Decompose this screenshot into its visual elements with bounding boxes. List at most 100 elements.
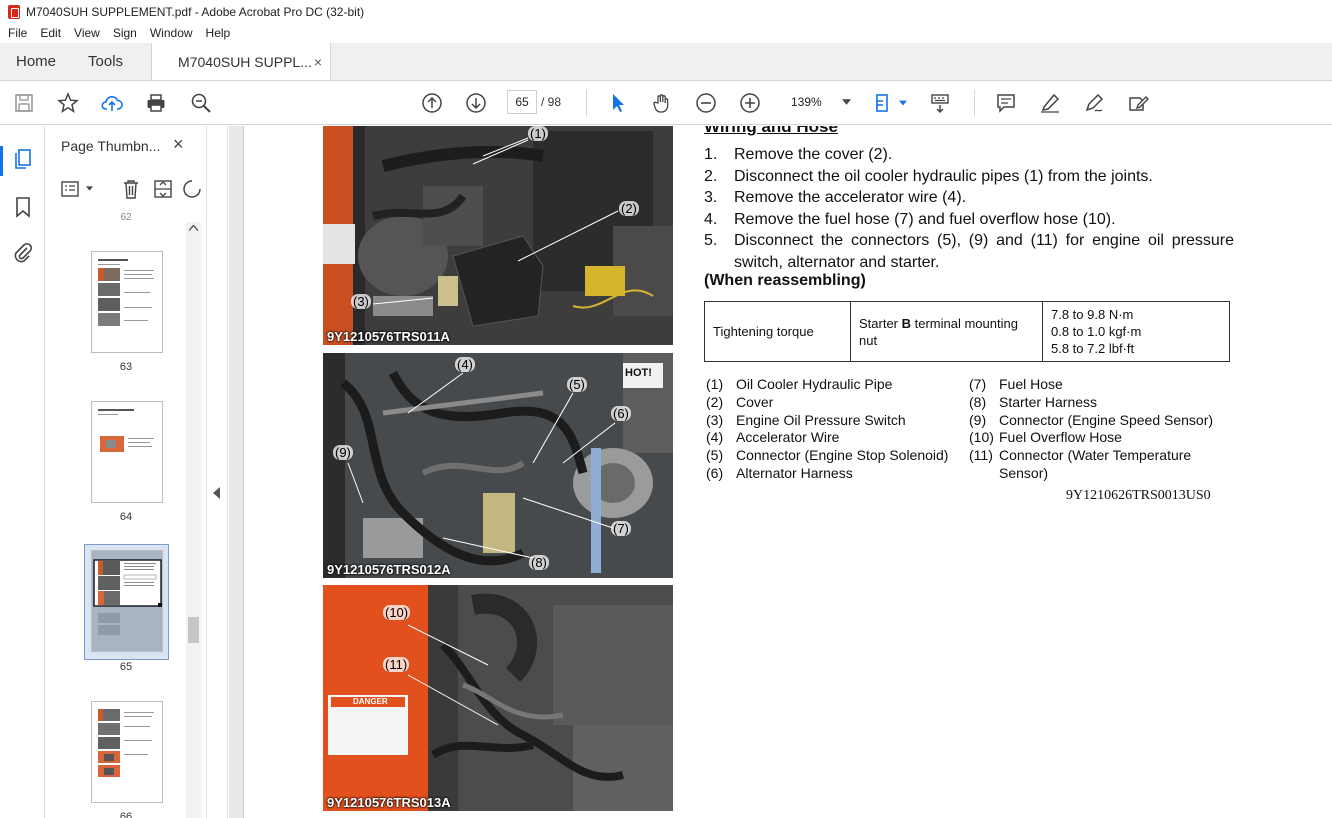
upload-cloud-button[interactable] [100, 91, 124, 115]
thumbnail-scrollbar[interactable] [186, 222, 201, 818]
legend-text: Connector (Engine Speed Sensor) [999, 411, 1214, 428]
print-button[interactable] [144, 91, 168, 115]
thumbnail-page-65[interactable] [91, 550, 163, 652]
acrobat-logo-icon [8, 4, 20, 19]
arrow-up-circle-icon [422, 93, 442, 113]
thumbnail-preview [98, 259, 154, 326]
fill-sign-button[interactable] [1126, 91, 1150, 115]
page-number-input[interactable]: 65 [507, 90, 537, 114]
magnifier-minus-icon [191, 93, 211, 113]
tab-home[interactable]: Home [0, 43, 72, 80]
legend-text: Connector (Water Temperature Sensor) [999, 447, 1192, 481]
panel-close-icon[interactable]: × [173, 134, 184, 155]
thumbnail-options-icon[interactable] [60, 178, 82, 200]
danger-sticker-label: DANGER [353, 697, 388, 706]
highlighter-pen-icon [1041, 93, 1060, 113]
panel-splitter[interactable] [206, 126, 228, 818]
legend-text: Engine Oil Pressure Switch [736, 411, 906, 428]
bookmark-star-button[interactable] [56, 91, 80, 115]
zoom-search-button[interactable] [189, 91, 213, 115]
tab-close-icon[interactable]: × [314, 54, 322, 70]
list-item: (9) Connector (Engine Speed Sensor) [969, 412, 1231, 430]
torque-value: 7.8 to 9.8 N·m [1051, 307, 1134, 322]
highlight-button[interactable] [1038, 91, 1062, 115]
scroll-up-chevron-icon[interactable] [189, 225, 198, 231]
list-item: (2) Cover [706, 394, 968, 412]
torque-value-cell: 7.8 to 9.8 N·m 0.8 to 1.0 kgf·m 5.8 to 7… [1042, 301, 1230, 362]
bookmark-icon[interactable] [12, 196, 34, 218]
comment-button[interactable] [994, 91, 1018, 115]
left-navigation-rail [0, 126, 45, 818]
list-item: (4) Accelerator Wire [706, 429, 968, 447]
legend-number: (7) [969, 376, 987, 392]
tab-tools[interactable]: Tools [72, 43, 139, 80]
callout-label: (7) [611, 521, 631, 536]
zoom-in-button[interactable] [738, 91, 762, 115]
scrollbar-thumb[interactable] [188, 617, 199, 643]
window-title: M7040SUH SUPPLEMENT.pdf - Adobe Acrobat … [26, 4, 365, 19]
extract-pages-icon[interactable] [152, 178, 174, 200]
list-item: 3. Remove the accelerator wire (4). [704, 187, 1234, 209]
callout-label: (1) [528, 126, 548, 141]
menu-file[interactable]: File [0, 26, 32, 40]
zoom-out-button[interactable] [694, 91, 718, 115]
pdf-page: (1) (2) (3) 9Y1210576TRS011A (4) (5) (6)… [243, 126, 1332, 818]
draw-button[interactable] [1082, 91, 1106, 115]
thumbnail-page-66[interactable] [91, 701, 163, 803]
panel-toolbar [56, 176, 206, 202]
list-item: (6) Alternator Harness [706, 465, 968, 483]
list-item: (3) Engine Oil Pressure Switch [706, 412, 968, 430]
thumbnail-label-partial: 62 [120, 212, 132, 222]
select-tool-button[interactable] [606, 91, 630, 115]
fit-page-icon [876, 94, 888, 112]
menu-edit[interactable]: Edit [32, 26, 66, 40]
legend-number: (2) [706, 393, 724, 410]
legend-text: Fuel Overflow Hose [999, 429, 1122, 446]
menu-view[interactable]: View [66, 26, 105, 40]
page-thumbnails-icon[interactable] [12, 148, 34, 170]
list-item: (5) Connector (Engine Stop Solenoid) [706, 447, 968, 465]
chevron-down-icon[interactable] [86, 186, 93, 191]
zoom-level-select[interactable]: 139% [781, 90, 853, 114]
step-number: 5. [704, 232, 718, 249]
arrow-down-circle-icon [466, 93, 486, 113]
menu-sign[interactable]: Sign [105, 26, 142, 40]
rotate-icon[interactable] [180, 178, 202, 200]
trash-icon[interactable] [120, 178, 142, 200]
legend-text: Alternator Harness [736, 464, 853, 481]
chevron-down-icon[interactable] [899, 100, 907, 106]
list-item: (1) Oil Cooler Hydraulic Pipe [706, 376, 968, 394]
menu-window[interactable]: Window [142, 26, 198, 40]
list-item: 4. Remove the fuel hose (7) and fuel over… [704, 209, 1234, 231]
page-fit-button[interactable] [872, 91, 896, 115]
hand-tool-button[interactable] [650, 91, 674, 115]
chevron-down-icon [841, 99, 851, 105]
scroll-mode-button[interactable] [928, 91, 952, 115]
zoom-level-value: 139% [791, 95, 822, 109]
document-viewport[interactable]: (1) (2) (3) 9Y1210576TRS011A (4) (5) (6)… [229, 126, 1332, 818]
list-item: (8) Starter Harness [969, 394, 1231, 412]
next-page-button[interactable] [464, 91, 488, 115]
thumbnail-page-64[interactable] [91, 401, 163, 503]
torque-label-cell: Tightening torque [704, 301, 851, 362]
previous-page-button[interactable] [420, 91, 444, 115]
step-text: Disconnect the oil cooler hydraulic pipe… [734, 167, 1153, 185]
step-text: Remove the cover (2). [734, 146, 893, 163]
toolbar-divider [974, 90, 975, 116]
save-button[interactable] [12, 91, 36, 115]
collapse-panel-arrow-icon[interactable] [213, 487, 220, 499]
menu-help[interactable]: Help [198, 26, 236, 40]
attachment-paperclip-icon[interactable] [12, 242, 34, 264]
callout-label: (3) [351, 294, 371, 309]
thumbnail-preview [92, 551, 162, 651]
legend-number: (4) [706, 429, 724, 446]
thumbnail-page-63[interactable] [91, 251, 163, 353]
engine-photo-1: (1) (2) (3) 9Y1210576TRS011A [323, 126, 673, 345]
callout-label: (8) [529, 555, 549, 570]
section-heading: Wiring and Hose [704, 126, 838, 136]
tab-document[interactable]: M7040SUH SUPPL... × [151, 43, 332, 80]
star-icon [57, 92, 79, 114]
legend-text: Starter Harness [999, 393, 1098, 410]
plus-circle-icon [740, 93, 760, 113]
step-text: Disconnect the connectors (5), (9) and (… [734, 232, 1234, 271]
